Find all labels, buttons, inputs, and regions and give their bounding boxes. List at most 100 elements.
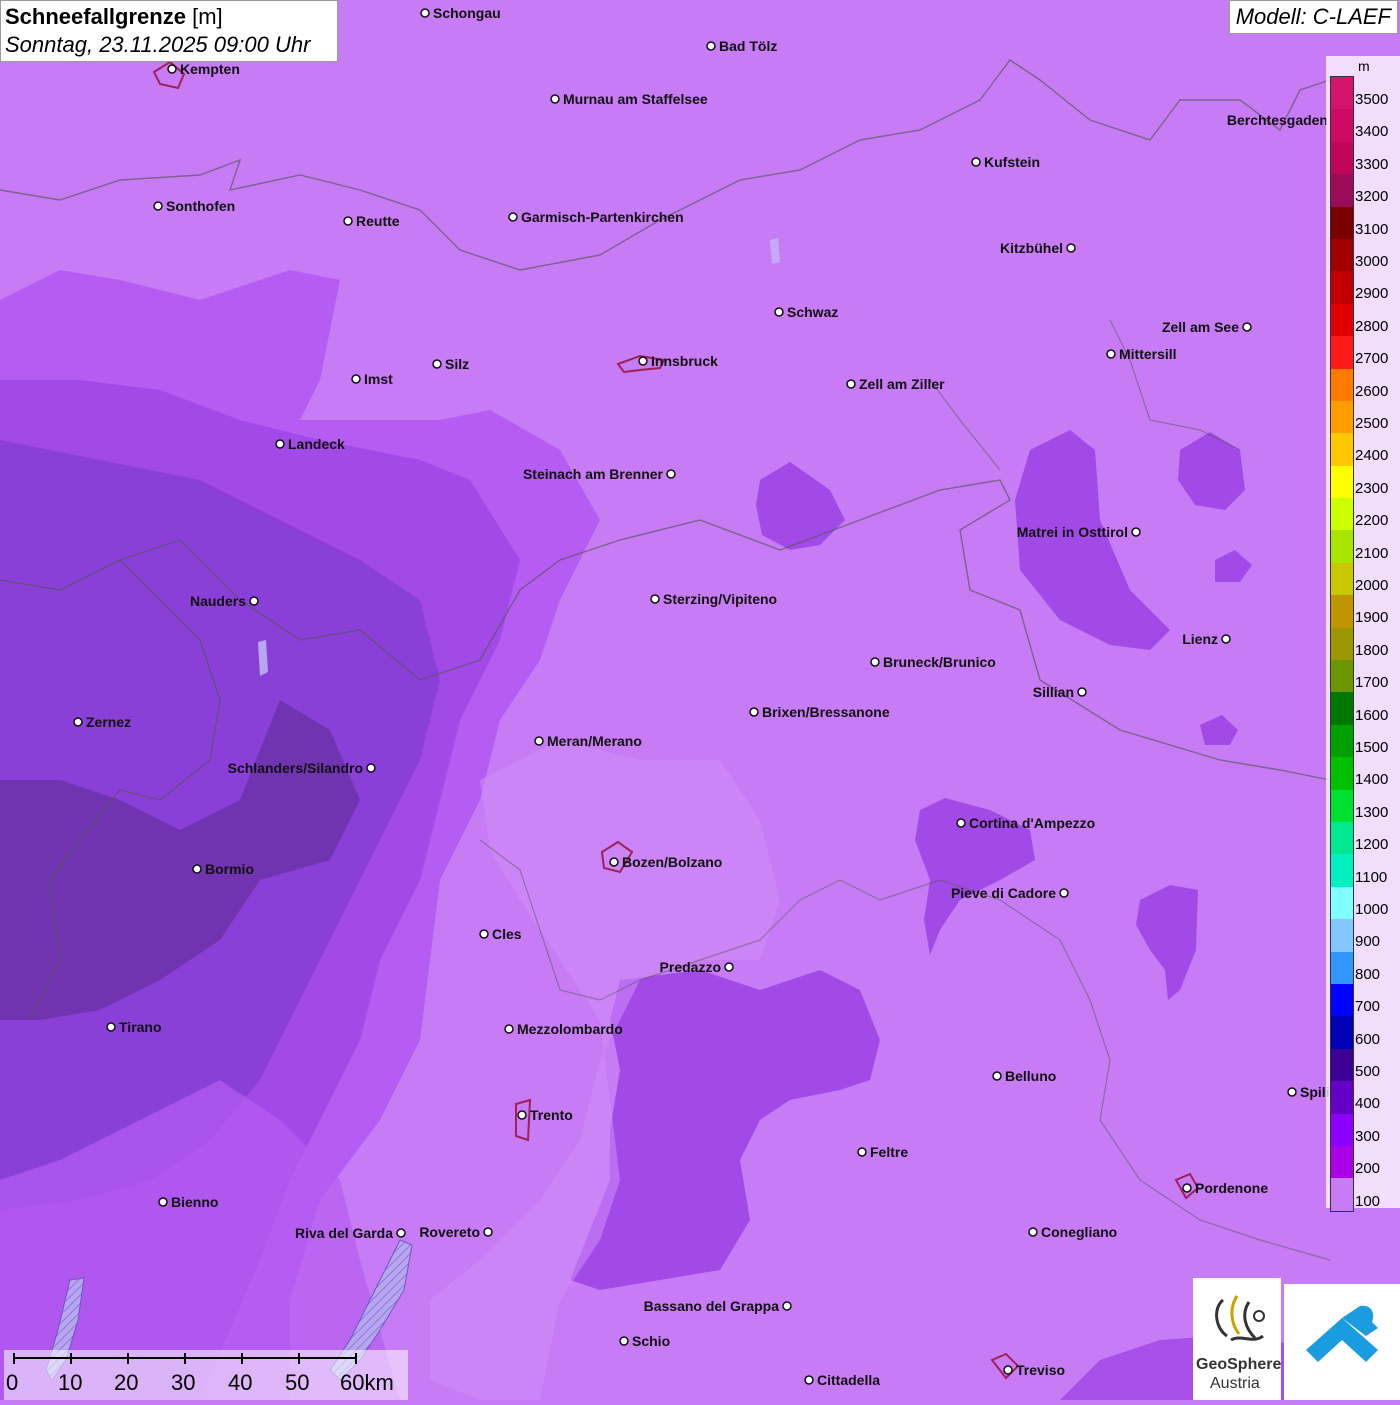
- city-label: Sonthofen: [166, 198, 236, 214]
- city-dot: [619, 1336, 629, 1346]
- city-label: Tirano: [119, 1019, 162, 1035]
- legend-label: 3000: [1355, 253, 1389, 270]
- weather-app-logo-icon: [1306, 1305, 1378, 1362]
- city-label: Bruneck/Brunico: [883, 654, 996, 670]
- legend-label: 1500: [1355, 739, 1389, 756]
- city-label: Zernez: [86, 714, 132, 730]
- city-label: Cortina d'Ampezzo: [969, 815, 1096, 831]
- city-label: Brixen/Bressanone: [762, 704, 890, 720]
- city-dot: [1077, 687, 1087, 697]
- city-label: Rovereto: [419, 1224, 480, 1240]
- map-title-box: Schneefallgrenze [m] Sonntag, 23.11.2025…: [0, 0, 338, 62]
- legend-label: 1400: [1355, 771, 1389, 789]
- city-label: Pieve di Cadore: [950, 885, 1056, 901]
- city-label: Kufstein: [984, 154, 1040, 170]
- scale-tick-label: 50: [285, 1370, 310, 1395]
- city-dot: [870, 657, 880, 667]
- city-dot: [1028, 1227, 1038, 1237]
- city-dot: [1106, 349, 1116, 359]
- city-label: Zell am See: [1161, 319, 1239, 335]
- city-label: Belluno: [1005, 1068, 1057, 1084]
- city-label: Lienz: [1182, 631, 1218, 647]
- city-dot: [666, 469, 676, 479]
- legend-swatch: [1331, 595, 1353, 628]
- legend-swatch: [1331, 400, 1353, 434]
- legend-swatch: [1331, 789, 1353, 822]
- city-label: Schlanders/Silandro: [227, 760, 363, 776]
- legend-swatch: [1331, 724, 1353, 758]
- city-dot: [153, 201, 163, 211]
- map-datetime: Sonntag, 23.11.2025 09:00 Uhr: [5, 32, 311, 57]
- city-label: Murnau am Staffelsee: [563, 91, 708, 107]
- map-title-main: Schneefallgrenze: [5, 4, 186, 29]
- legend-label: 3100: [1355, 220, 1389, 238]
- city-dot: [73, 717, 83, 727]
- city-label: Imst: [364, 371, 393, 387]
- city-dot: [167, 64, 177, 74]
- legend-swatch: [1331, 692, 1353, 725]
- city-label: Cles: [492, 926, 522, 942]
- legend-swatch: [1331, 757, 1353, 790]
- legend-label: 2100: [1355, 544, 1389, 562]
- legend-swatch: [1331, 465, 1353, 499]
- city-dot: [956, 818, 966, 828]
- city-label: Sillian: [1032, 684, 1074, 700]
- scale-tick-label: 20: [114, 1370, 139, 1395]
- city-dot: [275, 439, 285, 449]
- legend-swatch: [1331, 77, 1353, 110]
- legend-swatch: [1331, 562, 1353, 596]
- legend-label: 3400: [1355, 123, 1389, 141]
- model-label: Modell: C-LAEF: [1228, 0, 1398, 34]
- city-dot: [782, 1301, 792, 1311]
- city-label: Mittersill: [1119, 346, 1177, 362]
- city-label: Schio: [632, 1333, 671, 1349]
- city-label: Treviso: [1016, 1362, 1066, 1378]
- city-label: Mezzolombardo: [517, 1021, 623, 1037]
- legend-swatch: [1331, 1145, 1353, 1179]
- city-label: Meran/Merano: [547, 733, 642, 749]
- geosphere-logo-name: GeoSphere: [1196, 1356, 1282, 1373]
- city-label: Conegliano: [1041, 1224, 1118, 1240]
- legend-swatch: [1331, 983, 1353, 1017]
- city-dot: [992, 1071, 1002, 1081]
- legend-swatch: [1331, 1048, 1353, 1082]
- city-label: Garmisch-Partenkirchen: [521, 209, 684, 225]
- city-dot: [351, 374, 361, 384]
- city-dot: [106, 1022, 116, 1032]
- legend-label: 2900: [1355, 285, 1389, 303]
- geosphere-logo-icon: [1215, 1295, 1265, 1342]
- city-label: Berchtesgaden: [1226, 112, 1328, 128]
- city-dot: [396, 1228, 406, 1238]
- city-label: Pordenone: [1195, 1180, 1269, 1196]
- legend-label: 2500: [1355, 415, 1389, 432]
- scale-tick-label: 60km: [340, 1370, 394, 1395]
- scale-tick-label: 40: [228, 1370, 253, 1395]
- legend-swatch: [1331, 1081, 1353, 1114]
- legend-label: 200: [1355, 1160, 1381, 1178]
- legend-label: 1000: [1355, 901, 1389, 918]
- city-label: Kitzbühel: [1000, 240, 1063, 256]
- legend-label: 1600: [1355, 706, 1389, 724]
- legend-swatch: [1331, 433, 1353, 466]
- city-dot: [432, 359, 442, 369]
- geosphere-logo-country: Austria: [1210, 1375, 1260, 1392]
- city-label: Schongau: [433, 5, 501, 21]
- city-dot: [706, 41, 716, 51]
- legend-swatch: [1331, 951, 1353, 984]
- legend-label: 500: [1355, 1063, 1381, 1080]
- legend-swatch: [1331, 141, 1353, 175]
- city-dot: [1066, 243, 1076, 253]
- city-label: Steinach am Brenner: [522, 466, 663, 482]
- legend-swatch: [1331, 1016, 1353, 1049]
- city-dot: [609, 857, 619, 867]
- color-legend: [1330, 76, 1354, 1212]
- legend-label: 600: [1355, 1030, 1381, 1048]
- legend-swatch: [1331, 627, 1353, 661]
- city-dot: [343, 216, 353, 226]
- city-dot: [483, 1227, 493, 1237]
- legend-label: 2600: [1355, 382, 1389, 400]
- legend-label: 1900: [1355, 609, 1389, 627]
- scale-tick-label: 10: [58, 1370, 83, 1395]
- legend-label: 900: [1355, 933, 1381, 951]
- map-title-unit: [m]: [192, 4, 223, 29]
